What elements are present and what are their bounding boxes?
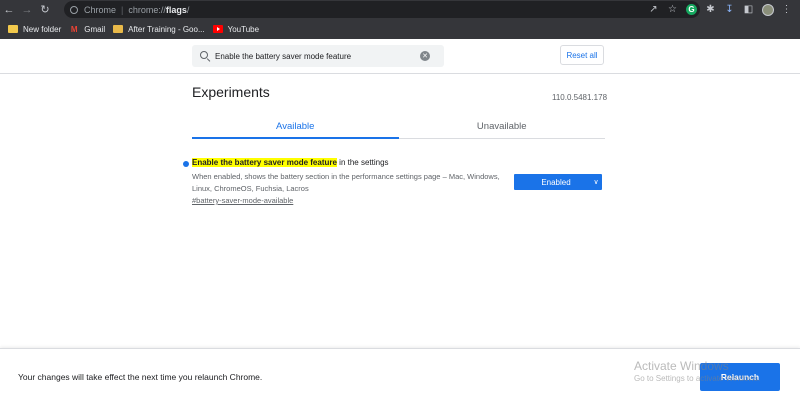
bookmark-star-icon[interactable]: ☆ bbox=[663, 0, 682, 19]
youtube-icon bbox=[212, 25, 223, 33]
tab-bar: Available Unavailable bbox=[192, 114, 605, 139]
experiment-description: When enabled, shows the battery section … bbox=[192, 172, 500, 193]
forward-icon[interactable]: → bbox=[18, 0, 36, 19]
address-bar[interactable]: Chrome | chrome://flags/ bbox=[64, 1, 700, 18]
bookmark-label: New folder bbox=[23, 24, 62, 34]
reset-all-button[interactable]: Reset all bbox=[560, 45, 604, 65]
experiment-title-rest: in the settings bbox=[336, 158, 389, 167]
address-separator: | bbox=[121, 4, 124, 15]
relaunch-message: Your changes will take effect the next t… bbox=[18, 372, 263, 382]
gmail-icon: M bbox=[70, 24, 78, 34]
profile-avatar-icon[interactable] bbox=[758, 0, 777, 19]
browser-toolbar: ← → ↻ Chrome | chrome://flags/ ↗ ☆ G ✱ ↧… bbox=[0, 0, 800, 19]
tab-unavailable[interactable]: Unavailable bbox=[399, 114, 606, 138]
relaunch-button[interactable]: Relaunch bbox=[700, 363, 780, 391]
address-scheme: Chrome bbox=[84, 4, 117, 15]
page-title: Experiments bbox=[192, 84, 270, 100]
sheet-icon bbox=[113, 25, 124, 33]
reload-icon[interactable]: ↻ bbox=[36, 0, 54, 19]
bookmark-label: Gmail bbox=[84, 24, 106, 34]
menu-kebab-icon[interactable]: ⋮ bbox=[777, 0, 796, 19]
extensions-puzzle-icon[interactable]: ✱ bbox=[701, 0, 720, 19]
bookmarks-bar: New folder M Gmail After Training - Goo.… bbox=[0, 19, 800, 39]
modified-dot-icon bbox=[183, 161, 189, 167]
toolbar-actions: ↗ ☆ G ✱ ↧ ◧ ⋮ bbox=[644, 0, 796, 19]
download-icon[interactable]: ↧ bbox=[720, 0, 739, 19]
experiment-title-highlight: Enable the battery saver mode feature bbox=[192, 158, 337, 167]
relaunch-footer: Your changes will take effect the next t… bbox=[0, 348, 800, 406]
bookmark-label: After Training - Goo... bbox=[128, 24, 205, 34]
search-icon bbox=[200, 51, 210, 61]
bookmark-label: YouTube bbox=[227, 24, 260, 34]
experiment-state-select[interactable]: Enabled ∨ bbox=[514, 174, 602, 190]
version-label: 110.0.5481.178 bbox=[552, 93, 608, 102]
share-icon[interactable]: ↗ bbox=[644, 0, 663, 19]
experiment-title: Enable the battery saver mode feature in… bbox=[192, 158, 389, 167]
clear-search-icon[interactable]: ✕ bbox=[420, 51, 430, 61]
folder-icon bbox=[8, 25, 18, 33]
chevron-down-icon: ∨ bbox=[593, 179, 599, 186]
search-input[interactable] bbox=[215, 51, 420, 61]
flags-header: ✕ Reset all bbox=[0, 39, 800, 74]
tab-available[interactable]: Available bbox=[192, 114, 399, 139]
select-value: Enabled bbox=[541, 177, 571, 187]
bookmark-gmail[interactable]: M Gmail bbox=[69, 19, 105, 39]
bookmark-youtube[interactable]: YouTube bbox=[212, 19, 260, 39]
grammarly-extension-icon[interactable]: G bbox=[682, 0, 701, 19]
side-panel-icon[interactable]: ◧ bbox=[739, 0, 758, 19]
back-icon[interactable]: ← bbox=[0, 0, 18, 19]
bookmark-after-training[interactable]: After Training - Goo... bbox=[113, 19, 205, 39]
bookmark-new-folder[interactable]: New folder bbox=[8, 19, 61, 39]
search-box: ✕ bbox=[192, 45, 444, 67]
chrome-site-icon bbox=[70, 5, 78, 14]
address-url: chrome://flags/ bbox=[128, 4, 190, 15]
experiment-link[interactable]: #battery-saver-mode-available bbox=[192, 196, 293, 205]
